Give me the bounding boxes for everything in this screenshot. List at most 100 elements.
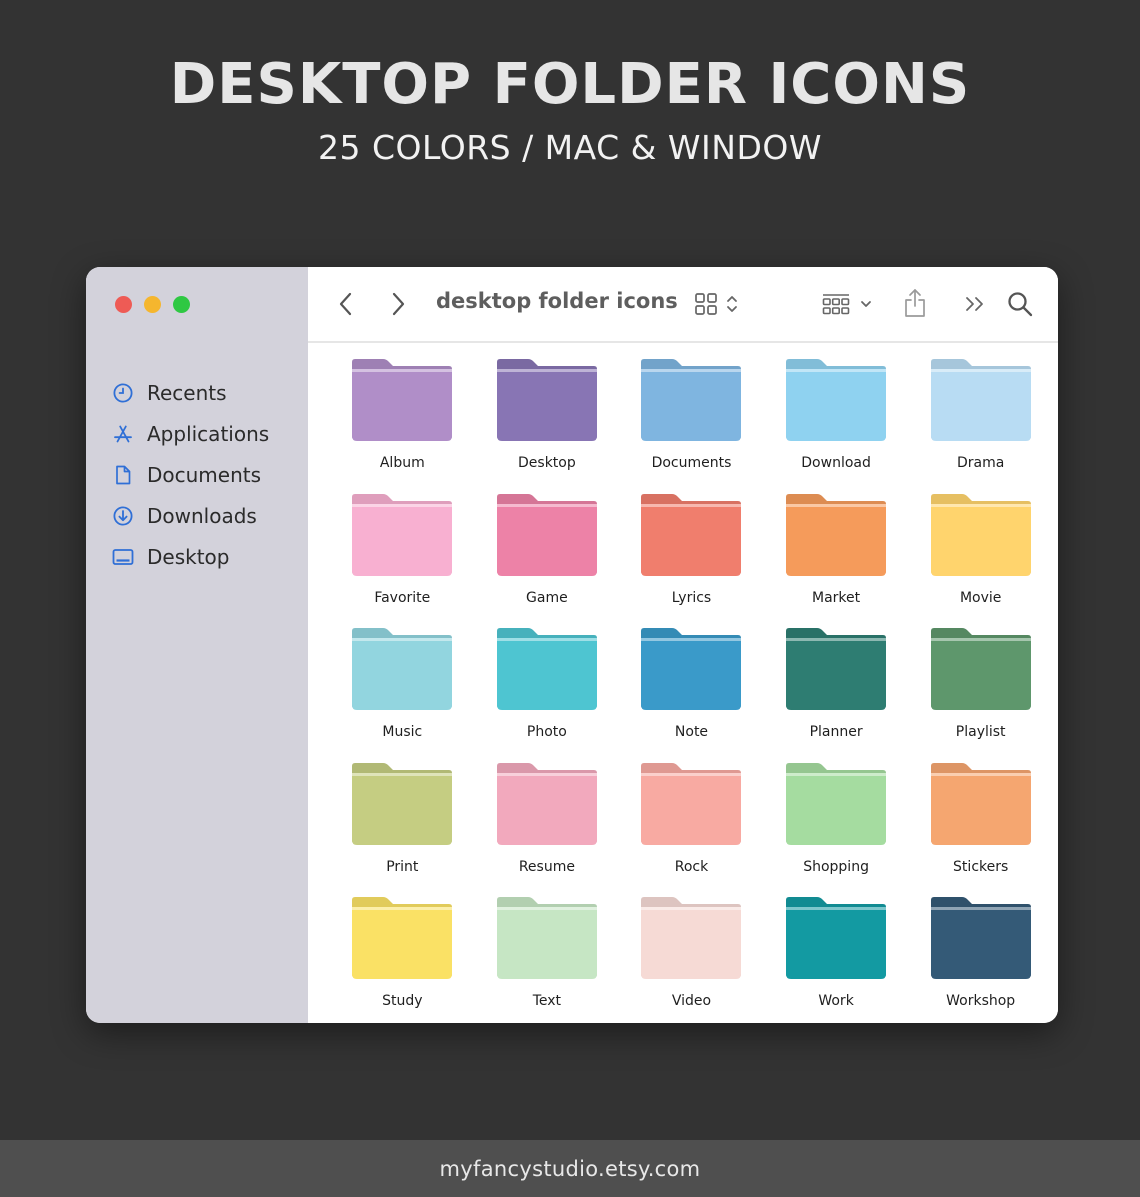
sidebar-item-downloads[interactable]: Downloads [112, 495, 269, 536]
forward-button[interactable] [388, 291, 408, 317]
folder-item[interactable]: Download [764, 357, 909, 492]
folder-item[interactable]: Market [764, 492, 909, 627]
folder-title: desktop folder icons [436, 289, 678, 313]
folder-label: Resume [518, 858, 575, 875]
share-button[interactable] [902, 287, 928, 319]
folder-item[interactable]: Documents [619, 357, 764, 492]
folder-label: Desktop [518, 455, 576, 471]
close-window-button[interactable] [115, 296, 132, 313]
folder-icon [641, 359, 742, 441]
folder-item[interactable]: Game [475, 492, 620, 627]
minimize-window-button[interactable] [144, 296, 161, 313]
folder-item[interactable]: Favorite [330, 492, 475, 627]
folder-label: Album [379, 455, 425, 471]
sidebar-item-documents[interactable]: Documents [112, 454, 269, 495]
folder-icon [930, 628, 1031, 711]
folder-icon [352, 762, 453, 845]
folder-icon [496, 628, 597, 711]
folder-icon [786, 897, 887, 980]
toolbar: desktop folder icons [308, 267, 1058, 343]
page-subtitle: 25 COLORS / MAC & WINDOW [318, 128, 822, 167]
forward-chevron-icon [392, 292, 405, 316]
grid-view-icon [695, 293, 717, 315]
folder-label: Documents [651, 455, 732, 471]
search-button[interactable] [1006, 290, 1034, 318]
back-button[interactable] [336, 291, 356, 317]
folder-icon [641, 628, 742, 711]
folder-label: Print [386, 858, 419, 875]
folder-label: Planner [809, 724, 863, 741]
sidebar-item-label: Applications [147, 421, 270, 446]
folder-icon [496, 762, 597, 845]
folder-item[interactable]: Resume [475, 761, 620, 896]
sidebar-item-label: Documents [147, 462, 262, 487]
download-icon [113, 505, 133, 526]
folder-item[interactable]: Stickers [908, 761, 1053, 896]
folder-item[interactable]: Video [619, 895, 764, 1023]
folder-label: Lyrics [671, 589, 712, 606]
folder-label: Photo [526, 724, 567, 741]
folder-icon [930, 762, 1031, 845]
folder-label: Shopping [803, 858, 869, 875]
folder-item[interactable]: Album [330, 357, 475, 492]
sidebar-item-label: Desktop [147, 544, 230, 569]
group-by-button[interactable] [822, 292, 874, 316]
group-by-icon [822, 294, 850, 315]
folder-label: Study [382, 993, 423, 1010]
folder-icon [641, 493, 742, 576]
folder-item[interactable]: Print [330, 761, 475, 896]
folder-item[interactable]: Movie [908, 492, 1053, 627]
folder-label: Workshop [946, 993, 1016, 1010]
applications-icon [114, 425, 132, 442]
zoom-window-button[interactable] [173, 296, 190, 313]
folder-icon [786, 762, 887, 845]
folder-item[interactable]: Planner [764, 626, 909, 761]
folder-icon [496, 493, 597, 576]
folder-item[interactable]: Photo [475, 626, 620, 761]
folder-grid: Album Desktop Documents Download Drama Favori… [330, 357, 1053, 1023]
folder-icon [352, 493, 453, 576]
sidebar-item-recents[interactable]: Recents [112, 372, 269, 413]
folder-label: Download [801, 455, 871, 471]
folder-label: Market [812, 589, 861, 606]
sidebar: Recents Applications Documents Downloads [86, 267, 308, 1023]
folder-label: Rock [674, 858, 709, 875]
folder-label: Text [532, 993, 562, 1010]
folder-icon [930, 897, 1031, 980]
folder-item[interactable]: Desktop [475, 357, 620, 492]
page-title: DESKTOP FOLDER ICONS [169, 52, 971, 117]
sidebar-item-desktop[interactable]: Desktop [112, 536, 269, 577]
desktop-icon [112, 548, 134, 565]
folder-item[interactable]: Music [330, 626, 475, 761]
more-button[interactable] [964, 292, 986, 316]
view-mode-button[interactable] [694, 292, 740, 316]
folder-icon [496, 897, 597, 980]
folder-item[interactable]: Note [619, 626, 764, 761]
folder-item[interactable]: Study [330, 895, 475, 1023]
folder-label: Video [671, 993, 712, 1010]
footer: myfancystudio.etsy.com [0, 1140, 1140, 1197]
more-icon [966, 297, 983, 311]
folder-item[interactable]: Work [764, 895, 909, 1023]
folder-label: Drama [957, 455, 1005, 471]
folder-label: Note [674, 724, 709, 741]
finder-window: Recents Applications Documents Downloads [86, 267, 1058, 1023]
folder-item[interactable]: Workshop [908, 895, 1053, 1023]
folder-icon [352, 628, 453, 711]
folder-item[interactable]: Lyrics [619, 492, 764, 627]
folder-icon [496, 359, 597, 441]
folder-label: Music [382, 724, 423, 741]
sidebar-item-applications[interactable]: Applications [112, 413, 269, 454]
sidebar-item-label: Downloads [147, 503, 257, 528]
folder-item[interactable]: Playlist [908, 626, 1053, 761]
chevron-down-icon [861, 301, 871, 307]
folder-item[interactable]: Shopping [764, 761, 909, 896]
folder-item[interactable]: Text [475, 895, 620, 1023]
folder-icon [352, 897, 453, 980]
clock-icon [113, 382, 133, 403]
search-icon [1008, 292, 1033, 317]
folder-icon [786, 359, 887, 441]
folder-item[interactable]: Rock [619, 761, 764, 896]
back-chevron-icon [339, 292, 352, 316]
folder-item[interactable]: Drama [908, 357, 1053, 492]
